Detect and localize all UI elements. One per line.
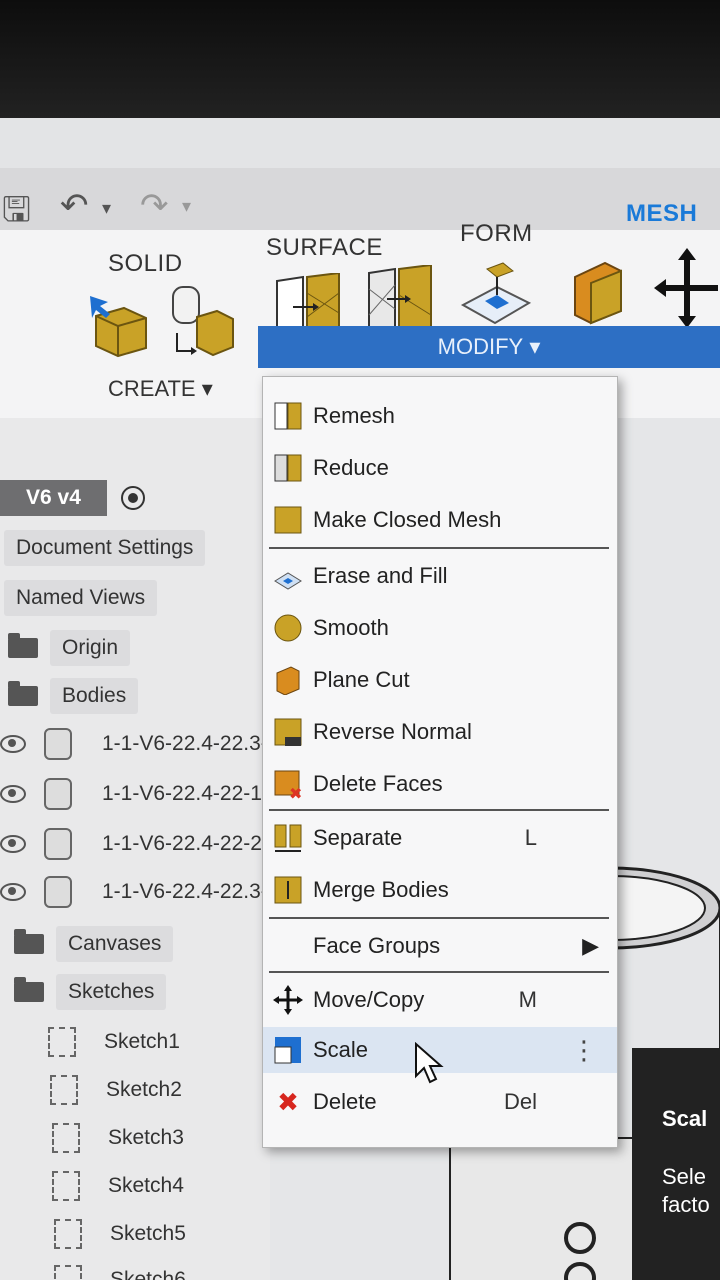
convert-body-icon[interactable] (166, 282, 236, 366)
redo-icon[interactable]: ↷ (140, 186, 169, 226)
plane-cut-tool-icon[interactable] (564, 256, 634, 326)
menu-item-make-closed-mesh[interactable]: Make Closed Mesh (263, 497, 617, 543)
modify-dropdown-menu: Remesh Reduce Make Closed Mesh Erase and… (262, 376, 618, 1148)
visibility-eye-icon[interactable] (0, 735, 26, 753)
mesh-body-icon (44, 728, 72, 760)
browser-item-sketches[interactable]: Sketches (14, 972, 167, 1012)
menu-item-remesh[interactable]: Remesh (263, 393, 617, 439)
tab-mesh[interactable]: MESH (626, 200, 697, 228)
tooltip-description-line: Sele (662, 1164, 707, 1189)
make-closed-mesh-icon (271, 503, 305, 537)
insert-mesh-icon[interactable] (84, 290, 154, 360)
sketch-row[interactable]: Sketch3 (52, 1118, 184, 1158)
browser-item-document-settings[interactable]: Document Settings (4, 528, 206, 568)
browser-item-origin[interactable]: Origin (8, 628, 131, 668)
move-tool-icon[interactable] (654, 248, 720, 328)
erase-and-fill-icon (271, 559, 305, 593)
menu-separator (269, 917, 609, 919)
create-group-label[interactable]: CREATE ▾ (108, 376, 213, 402)
menu-separator (269, 971, 609, 973)
plane-cut-icon (271, 663, 305, 697)
menu-item-reduce[interactable]: Reduce (263, 445, 617, 491)
tab-surface[interactable]: SURFACE (266, 234, 383, 262)
menu-separator (269, 547, 609, 549)
menu-item-move-copy[interactable]: Move/Copy M (263, 977, 617, 1023)
menu-item-smooth[interactable]: Smooth (263, 605, 617, 651)
command-tooltip: Scal Sele facto (632, 1048, 720, 1280)
body-row[interactable]: 1-1-V6-22.4-22-1 (0, 774, 262, 814)
folder-icon (14, 977, 44, 1002)
browser-root[interactable]: V6 v4 (0, 478, 145, 518)
undo-dropdown-icon[interactable]: ▾ (102, 198, 111, 219)
body-row[interactable]: 1-1-V6-22.4-22.3- (0, 724, 268, 764)
menu-item-erase-and-fill[interactable]: Erase and Fill (263, 553, 617, 599)
sketch-icon (54, 1219, 82, 1249)
delete-faces-icon: ✖ (271, 767, 305, 801)
tooltip-description-line: facto (662, 1192, 710, 1217)
sketch-locked-icon (54, 1265, 82, 1280)
tooltip-title: Scal (662, 1106, 708, 1131)
folder-icon (8, 633, 38, 658)
browser-panel: V6 v4 Document Settings Named Views Orig… (0, 418, 270, 1280)
mesh-body-icon (44, 876, 72, 908)
menu-item-plane-cut[interactable]: Plane Cut (263, 657, 617, 703)
move-copy-icon (271, 983, 305, 1017)
browser-item-named-views[interactable]: Named Views (4, 578, 158, 618)
folder-icon (8, 681, 38, 706)
sketch-icon (48, 1027, 76, 1057)
sketch-row[interactable]: Sketch4 (52, 1166, 184, 1206)
submenu-arrow-icon: ▶ (582, 933, 599, 958)
mesh-body-icon (44, 778, 72, 810)
sketch-locked-icon (50, 1075, 78, 1105)
body-row[interactable]: 1-1-V6-22.4-22.3- (0, 872, 268, 912)
sketch-row[interactable]: Sketch2 (50, 1070, 182, 1110)
sketch-locked-icon (52, 1171, 80, 1201)
erase-and-fill-tool-icon[interactable] (458, 260, 534, 332)
visibility-eye-icon[interactable] (0, 785, 26, 803)
smooth-icon (271, 611, 305, 645)
browser-item-canvases[interactable]: Canvases (14, 924, 174, 964)
fusion-window: 🖫 ↶ ▾ ↷ ▾ SOLID SURFACE FORM MESH CREATE… (0, 118, 720, 1280)
more-options-icon[interactable]: ⋮ (571, 1035, 597, 1066)
document-name: V6 v4 (0, 480, 107, 516)
svg-text:✖: ✖ (289, 784, 302, 799)
undo-icon[interactable]: ↶ (60, 186, 89, 226)
folder-icon (14, 929, 44, 954)
remesh-icon (271, 399, 305, 433)
menu-item-face-groups[interactable]: Face Groups ▶ (263, 923, 617, 969)
browser-item-bodies[interactable]: Bodies (8, 676, 139, 716)
sketch-row[interactable]: Sketch5 (54, 1214, 186, 1254)
redo-dropdown-icon[interactable]: ▾ (182, 196, 191, 217)
activate-radio-icon[interactable] (120, 486, 145, 510)
sketch-row[interactable]: Sketch6 (54, 1260, 186, 1280)
body-row[interactable]: 1-1-V6-22.4-22-2 (0, 824, 262, 864)
mouse-cursor-icon (415, 1042, 444, 1084)
menu-item-reverse-normal[interactable]: Reverse Normal (263, 709, 617, 755)
reverse-normal-icon (271, 715, 305, 749)
menu-item-separate[interactable]: Separate L (263, 815, 617, 861)
visibility-eye-icon[interactable] (0, 835, 26, 853)
tab-form[interactable]: FORM (460, 220, 533, 248)
visibility-eye-icon[interactable] (0, 883, 26, 901)
tab-solid[interactable]: SOLID (108, 250, 183, 278)
menu-separator (269, 809, 609, 811)
scale-icon (271, 1033, 305, 1067)
separate-icon (271, 821, 305, 855)
modify-dropdown-button[interactable]: MODIFY ▾ (258, 326, 720, 368)
reduce-icon (271, 451, 305, 485)
monitor-bezel (0, 0, 720, 120)
menu-item-delete-faces[interactable]: ✖ Delete Faces (263, 761, 617, 807)
delete-icon: ✖ (277, 1086, 299, 1117)
sketch-row[interactable]: Sketch1 (48, 1022, 180, 1062)
mesh-body-icon (44, 828, 72, 860)
sketch-locked-icon (52, 1123, 80, 1153)
merge-bodies-icon (271, 873, 305, 907)
menu-item-merge-bodies[interactable]: Merge Bodies (263, 867, 617, 913)
